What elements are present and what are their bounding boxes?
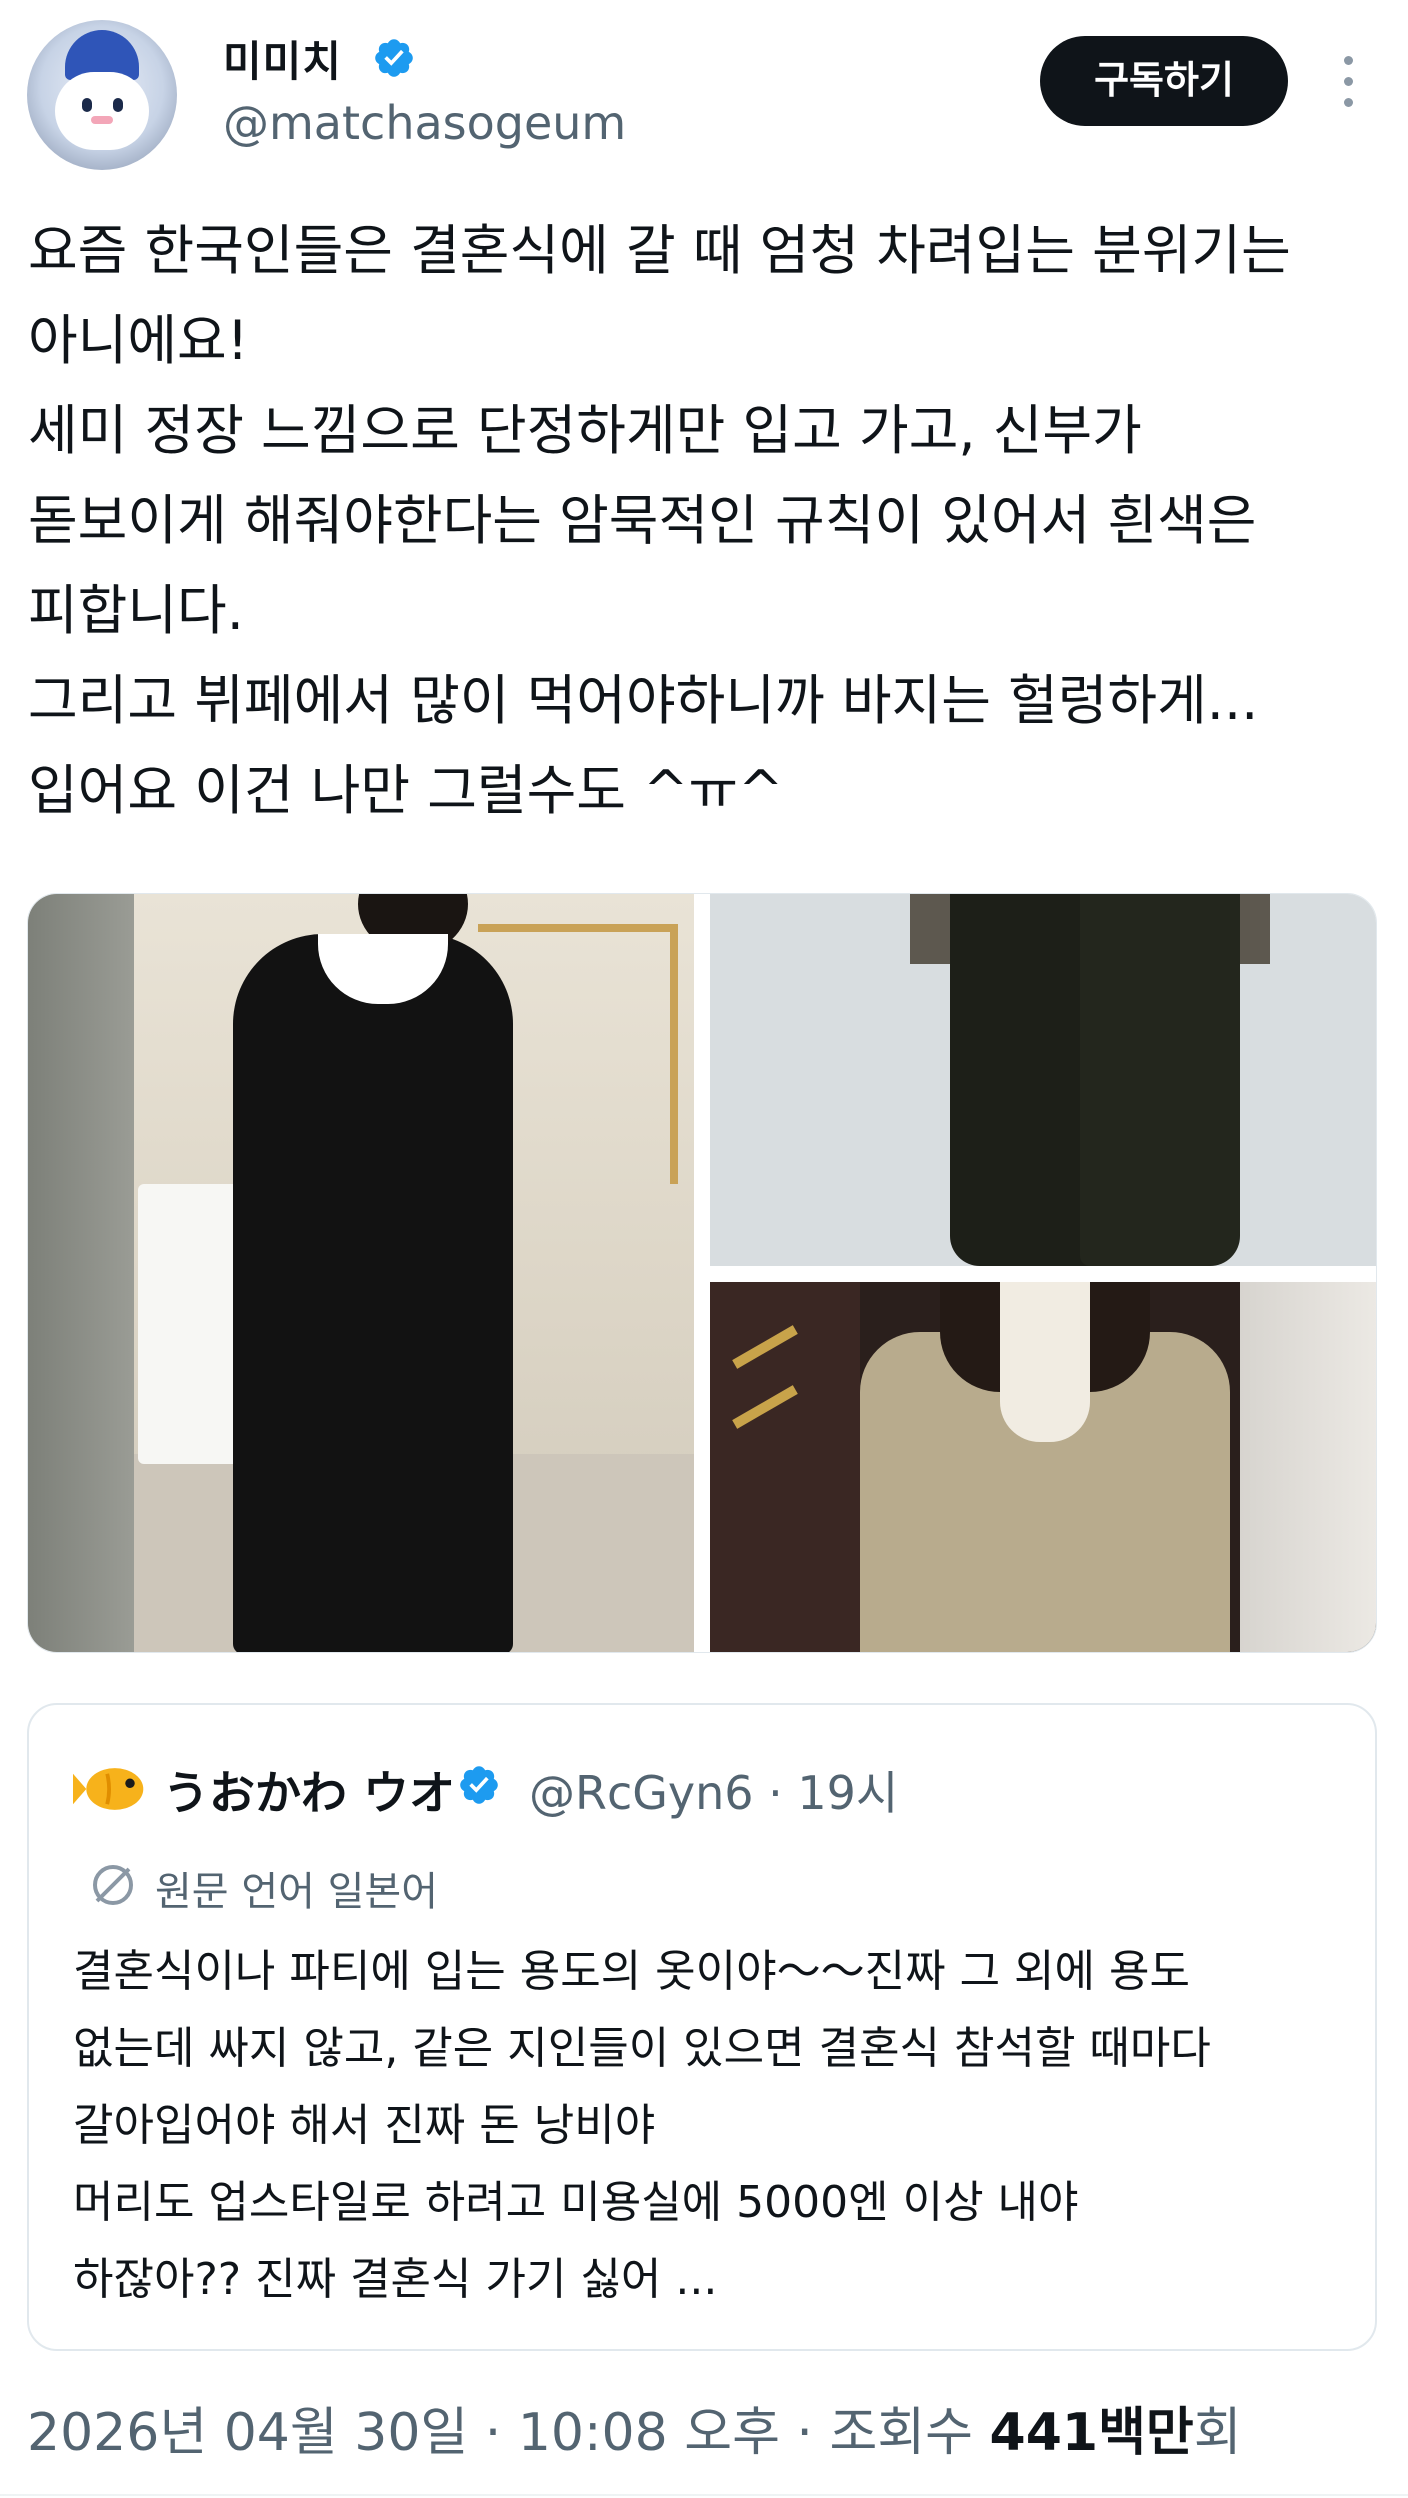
subscribe-button[interactable]: 구독하기	[1040, 36, 1288, 126]
tweet-header: 미미치 @matchasogeum 구독하기	[0, 0, 1408, 190]
translation-label: 원문 언어 일본어	[155, 1869, 439, 1915]
media-grid	[27, 893, 1377, 1653]
translate-icon	[93, 1865, 133, 1905]
tweet-meta: 2026년 04월 30일 · 10:08 오후 · 조회수 441백만회	[27, 2390, 1242, 2465]
divider	[0, 2494, 1408, 2496]
tweet-text: 요즘 한국인들은 결혼식에 갈 때 엄청 차려입는 분위기는 아니에요! 세미 …	[28, 219, 1291, 822]
more-options-icon[interactable]	[1328, 52, 1368, 112]
tweet-image-3[interactable]	[710, 1282, 1376, 1652]
tweet-image-2[interactable]	[710, 894, 1376, 1266]
tweet-image-1[interactable]	[28, 894, 694, 1652]
author-display-name[interactable]: 미미치	[223, 28, 342, 89]
author-handle[interactable]: @matchasogeum	[223, 96, 626, 150]
view-count-suffix: 회	[1193, 2403, 1242, 2463]
verified-badge-icon	[460, 1766, 498, 1804]
author-avatar[interactable]	[27, 20, 177, 170]
fish-icon	[73, 1768, 144, 1810]
view-count: 441백만	[989, 2403, 1194, 2463]
quote-handle-time[interactable]: @RcGyn6 · 19시	[529, 1757, 898, 1823]
quote-display-name[interactable]: うおかわ ウオ	[163, 1757, 455, 1823]
quoted-tweet[interactable]: うおかわ ウオ @RcGyn6 · 19시 원문 언어 일본어 결혼식이나 파티…	[27, 1703, 1377, 2351]
tweet-datetime[interactable]: 2026년 04월 30일 · 10:08 오후 · 조회수	[27, 2403, 990, 2463]
avatar-face	[55, 72, 149, 150]
quote-text: 결혼식이나 파티에 입는 용도의 옷이야〜〜진짜 그 외에 용도 없는데 싸지 …	[73, 1946, 1211, 2305]
verified-badge-icon	[375, 39, 413, 77]
